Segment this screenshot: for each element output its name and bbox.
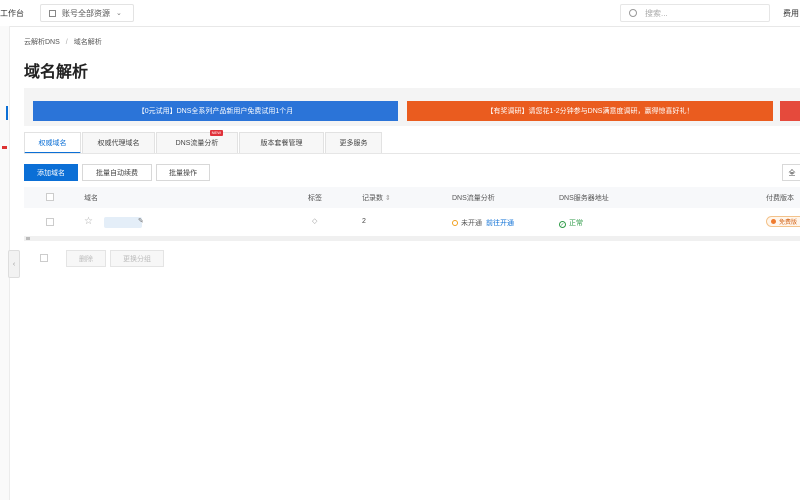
resource-select-label: 账号全部资源: [62, 8, 110, 18]
select-all-checkbox[interactable]: [46, 193, 54, 201]
breadcrumb: 云解析DNS / 域名解析: [24, 37, 102, 47]
tab-dns-traffic[interactable]: DNS流量分析 NEW: [156, 130, 238, 154]
sort-icon: ⇕: [384, 195, 391, 202]
promo-banners: 【0元试用】DNS全系列产品新用户免费试用1个月 【有奖调研】请您花1-2分钟参…: [24, 88, 800, 126]
scrollbar-thumb[interactable]: [26, 237, 30, 240]
footer-select-checkbox[interactable]: [40, 254, 48, 262]
tab-label: 权威域名: [38, 139, 67, 147]
domain-name[interactable]: [104, 217, 142, 228]
workbench-link[interactable]: 工作台: [0, 8, 24, 19]
plan-label: 免费版: [779, 220, 798, 226]
warning-circle-icon: [452, 220, 458, 226]
table-header: 域名 标签 记录数 ⇕ DNS流量分析 DNS服务器地址 付费版本: [24, 187, 800, 209]
page-title: 域名解析: [24, 64, 89, 81]
col-plan: 付费版本: [766, 195, 794, 202]
search-placeholder: 搜索...: [645, 8, 668, 18]
tab-more-services[interactable]: 更多服务: [325, 132, 382, 154]
tab-label: DNS流量分析: [175, 140, 219, 147]
server-status: ✓ 正常: [559, 218, 583, 228]
grid-icon: [49, 9, 56, 17]
tab-plan-management[interactable]: 版本套餐管理: [239, 132, 324, 154]
survey-banner[interactable]: 【有奖调研】请您花1-2分钟参与DNS满意度调研，赢得惊喜好礼！: [407, 101, 773, 121]
traffic-status: 未开通 前往开通: [452, 218, 514, 228]
batch-renew-button[interactable]: 批量自动续费: [82, 164, 152, 181]
horizontal-scrollbar[interactable]: [24, 236, 800, 241]
check-circle-icon: ✓: [559, 221, 566, 228]
sidebar-active-marker: [6, 106, 8, 120]
tag-icon[interactable]: ◇: [312, 217, 317, 225]
tab-label: 权威代理域名: [97, 140, 140, 147]
change-group-button[interactable]: 更换分组: [110, 250, 164, 267]
col-domain: 域名: [84, 195, 98, 202]
sidebar-collapse-handle[interactable]: ‹: [8, 250, 20, 278]
right-action-button[interactable]: 全: [782, 164, 800, 181]
sidebar-red-marker: [2, 146, 7, 149]
search-input[interactable]: 搜索...: [620, 4, 770, 22]
extra-banner[interactable]: [780, 101, 800, 121]
trial-banner[interactable]: 【0元试用】DNS全系列产品新用户免费试用1个月: [33, 101, 398, 121]
col-records[interactable]: 记录数 ⇕: [362, 193, 391, 203]
table-row: ☆ ✎ ◇ 2 未开通 前往开通 ✓ 正常 免费版: [24, 208, 800, 237]
enable-traffic-link[interactable]: 前往开通: [486, 220, 514, 227]
breadcrumb-dns[interactable]: 云解析DNS: [24, 39, 60, 46]
resource-select[interactable]: 账号全部资源 ⌄: [40, 4, 134, 22]
delete-button[interactable]: 删除: [66, 250, 106, 267]
server-status-text: 正常: [569, 220, 583, 227]
col-records-label: 记录数: [362, 195, 383, 202]
traffic-status-text: 未开通: [461, 220, 482, 227]
fee-link[interactable]: 费用: [783, 8, 799, 19]
breadcrumb-separator: /: [65, 39, 68, 46]
new-badge: NEW: [209, 130, 223, 136]
search-icon: [629, 9, 637, 17]
tab-proxy-domains[interactable]: 权威代理域名: [82, 132, 155, 154]
breadcrumb-current: 域名解析: [73, 39, 102, 46]
star-icon[interactable]: ☆: [84, 216, 93, 227]
batch-ops-button[interactable]: 批量操作: [156, 164, 210, 181]
tabs-divider: [24, 153, 800, 154]
chevron-down-icon: ⌄: [116, 10, 122, 17]
tab-label: 更多服务: [339, 140, 368, 147]
plan-badge[interactable]: 免费版: [766, 216, 800, 227]
col-dns-traffic: DNS流量分析: [452, 195, 495, 202]
top-bar: 工作台 账号全部资源 ⌄ 搜索... 费用: [0, 0, 800, 27]
plan-dot-icon: [771, 219, 776, 224]
edit-icon[interactable]: ✎: [138, 217, 144, 225]
col-dns-server: DNS服务器地址: [559, 195, 609, 202]
tab-label: 版本套餐管理: [260, 140, 303, 147]
record-count[interactable]: 2: [362, 218, 366, 225]
tab-authoritative-domains[interactable]: 权威域名: [24, 132, 81, 154]
add-domain-button[interactable]: 添加域名: [24, 164, 78, 181]
row-checkbox[interactable]: [46, 218, 54, 226]
col-tag: 标签: [308, 195, 322, 202]
